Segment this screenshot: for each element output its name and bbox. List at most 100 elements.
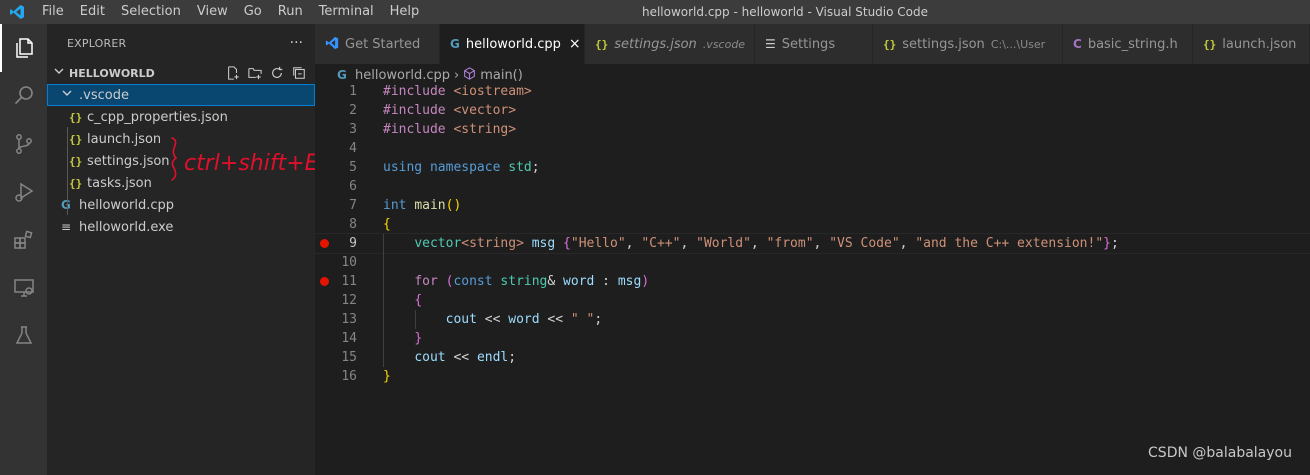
watermark: CSDN @balabalayou xyxy=(1148,445,1292,461)
code-line[interactable]: 8{ xyxy=(315,215,1310,234)
tab-helloworld-cpp[interactable]: Ghelloworld.cpp × xyxy=(440,24,585,64)
breadcrumb-symbol[interactable]: main() xyxy=(480,68,523,83)
explorer-icon[interactable] xyxy=(0,24,47,72)
json-icon: {} xyxy=(883,38,897,51)
workspace-folder-name: HELLOWORLD xyxy=(69,66,155,80)
explorer-sidebar: EXPLORER ··· HELLOWORLD .vscode {} c_cpp_p… xyxy=(47,24,315,475)
tree-item[interactable]: ≡ helloworld.exe xyxy=(47,216,315,238)
c-icon: C xyxy=(1073,37,1082,51)
code-line[interactable]: 12 { xyxy=(315,291,1310,310)
menu-item-go[interactable]: Go xyxy=(236,0,270,24)
close-icon[interactable]: × xyxy=(569,36,581,52)
refresh-icon[interactable] xyxy=(269,65,285,81)
code-text: vector<string> msg {"Hello", "C++", "Wor… xyxy=(414,236,1119,251)
indent-guide xyxy=(67,127,68,215)
new-folder-icon[interactable] xyxy=(247,65,263,81)
menu-item-view[interactable]: View xyxy=(189,0,236,24)
menu-item-edit[interactable]: Edit xyxy=(72,0,113,24)
line-number: 16 xyxy=(341,369,357,384)
menu-item-terminal[interactable]: Terminal xyxy=(311,0,382,24)
line-number: 3 xyxy=(349,122,357,137)
json-icon: {} xyxy=(595,38,609,51)
tab-settings-json[interactable]: {} settings.json C:\...\User xyxy=(873,24,1063,64)
tab-get-started[interactable]: Get Started xyxy=(315,24,440,64)
menu-item-selection[interactable]: Selection xyxy=(113,0,189,24)
code-text: cout << endl; xyxy=(414,350,517,365)
line-number: 2 xyxy=(349,103,357,118)
run-debug-icon[interactable] xyxy=(0,168,47,216)
indent-guide xyxy=(383,234,384,367)
tree-item[interactable]: {} c_cpp_properties.json xyxy=(47,106,315,128)
tab-basic-string-h[interactable]: Cbasic_string.h xyxy=(1063,24,1193,64)
code-line[interactable]: 14 } xyxy=(315,329,1310,348)
code-line[interactable]: 3 #include <string> xyxy=(315,120,1310,139)
code-line[interactable]: 10 xyxy=(315,253,1310,272)
testing-icon[interactable] xyxy=(0,312,47,360)
tab-settings-json[interactable]: {} settings.json .vscode xyxy=(585,24,755,64)
search-icon[interactable] xyxy=(0,72,47,120)
code-line[interactable]: 7 int main() xyxy=(315,196,1310,215)
code-text: } xyxy=(383,369,391,384)
explorer-header: EXPLORER ··· xyxy=(47,24,315,62)
line-number: 9 xyxy=(349,236,357,251)
menu-item-file[interactable]: File xyxy=(34,0,72,24)
more-actions-button[interactable]: ··· xyxy=(290,35,303,51)
annotation-text: ctrl+shift+E xyxy=(184,151,319,176)
code-text: using namespace std; xyxy=(383,160,540,175)
tab-description: .vscode xyxy=(702,37,746,51)
cpp-icon: G xyxy=(337,68,347,82)
source-control-icon[interactable] xyxy=(0,120,47,168)
tab-description: C:\...\User xyxy=(990,37,1046,51)
menu-bar: File Edit Selection View Go Run Terminal Help xyxy=(34,0,427,24)
breadcrumb-file[interactable]: helloworld.cpp xyxy=(355,68,450,83)
tree-item-label: helloworld.exe xyxy=(79,219,174,235)
tab-label: Settings xyxy=(781,36,836,52)
tree-item-label: helloworld.cpp xyxy=(79,197,174,213)
cube-icon xyxy=(463,66,476,84)
menu-item-help[interactable]: Help xyxy=(382,0,428,24)
code-line[interactable]: 6 xyxy=(315,177,1310,196)
json-icon: {} xyxy=(69,176,83,190)
line-number: 8 xyxy=(349,217,357,232)
tab-settings[interactable]: ☰ Settings xyxy=(755,24,873,64)
code-line[interactable]: 5 using namespace std; xyxy=(315,158,1310,177)
remote-explorer-icon[interactable] xyxy=(0,264,47,312)
code-text: int main() xyxy=(383,198,462,213)
menu-item-run[interactable]: Run xyxy=(270,0,311,24)
tree-item[interactable]: Ghelloworld.cpp xyxy=(47,194,315,216)
title-bar: File Edit Selection View Go Run Terminal Help h… xyxy=(0,0,1310,24)
new-file-icon[interactable] xyxy=(225,65,241,81)
code-text: #include <string> xyxy=(383,122,517,137)
tab-label: helloworld.cpp xyxy=(465,36,561,52)
workspace-folder[interactable]: HELLOWORLD xyxy=(47,62,315,84)
line-number: 10 xyxy=(341,255,357,270)
code-line[interactable]: 2 #include <vector> xyxy=(315,101,1310,120)
code-line[interactable]: 16} xyxy=(315,367,1310,386)
tree-item-label: settings.json xyxy=(87,153,170,169)
code-text: { xyxy=(414,293,423,308)
collapse-all-icon[interactable] xyxy=(291,65,307,81)
chevron-right-icon: › xyxy=(454,67,460,83)
code-line[interactable]: 1 #include <iostream> xyxy=(315,82,1310,101)
tree-item-label: tasks.json xyxy=(87,175,152,191)
line-number: 15 xyxy=(341,350,357,365)
code-line[interactable]: 15 cout << endl; xyxy=(315,348,1310,367)
code-line[interactable]: 9 vector<string> msg {"Hello", "C++", "W… xyxy=(314,233,1310,254)
cpp-icon: G xyxy=(450,37,460,51)
tab-label: settings.json xyxy=(902,36,985,52)
line-number: 1 xyxy=(349,84,357,99)
line-number: 5 xyxy=(349,160,357,175)
line-number: 14 xyxy=(341,331,357,346)
tree-item-label: launch.json xyxy=(87,131,162,147)
code-text: #include <iostream> xyxy=(383,84,532,99)
line-number: 7 xyxy=(349,198,357,213)
code-line[interactable]: 4 xyxy=(315,139,1310,158)
chevron-down-icon xyxy=(61,87,79,103)
code-editor[interactable]: 1 #include <iostream> 2 #include <vector> 3 #… xyxy=(314,82,1310,475)
extensions-icon[interactable] xyxy=(0,216,47,264)
code-line[interactable]: 13 cout << word << " "; xyxy=(315,310,1310,329)
tree-item[interactable]: .vscode xyxy=(47,84,315,106)
tab-launch-json[interactable]: {} launch.json xyxy=(1193,24,1310,64)
code-text: #include <vector> xyxy=(383,103,517,118)
code-line[interactable]: 11 for (const string& word : msg) xyxy=(315,272,1310,291)
